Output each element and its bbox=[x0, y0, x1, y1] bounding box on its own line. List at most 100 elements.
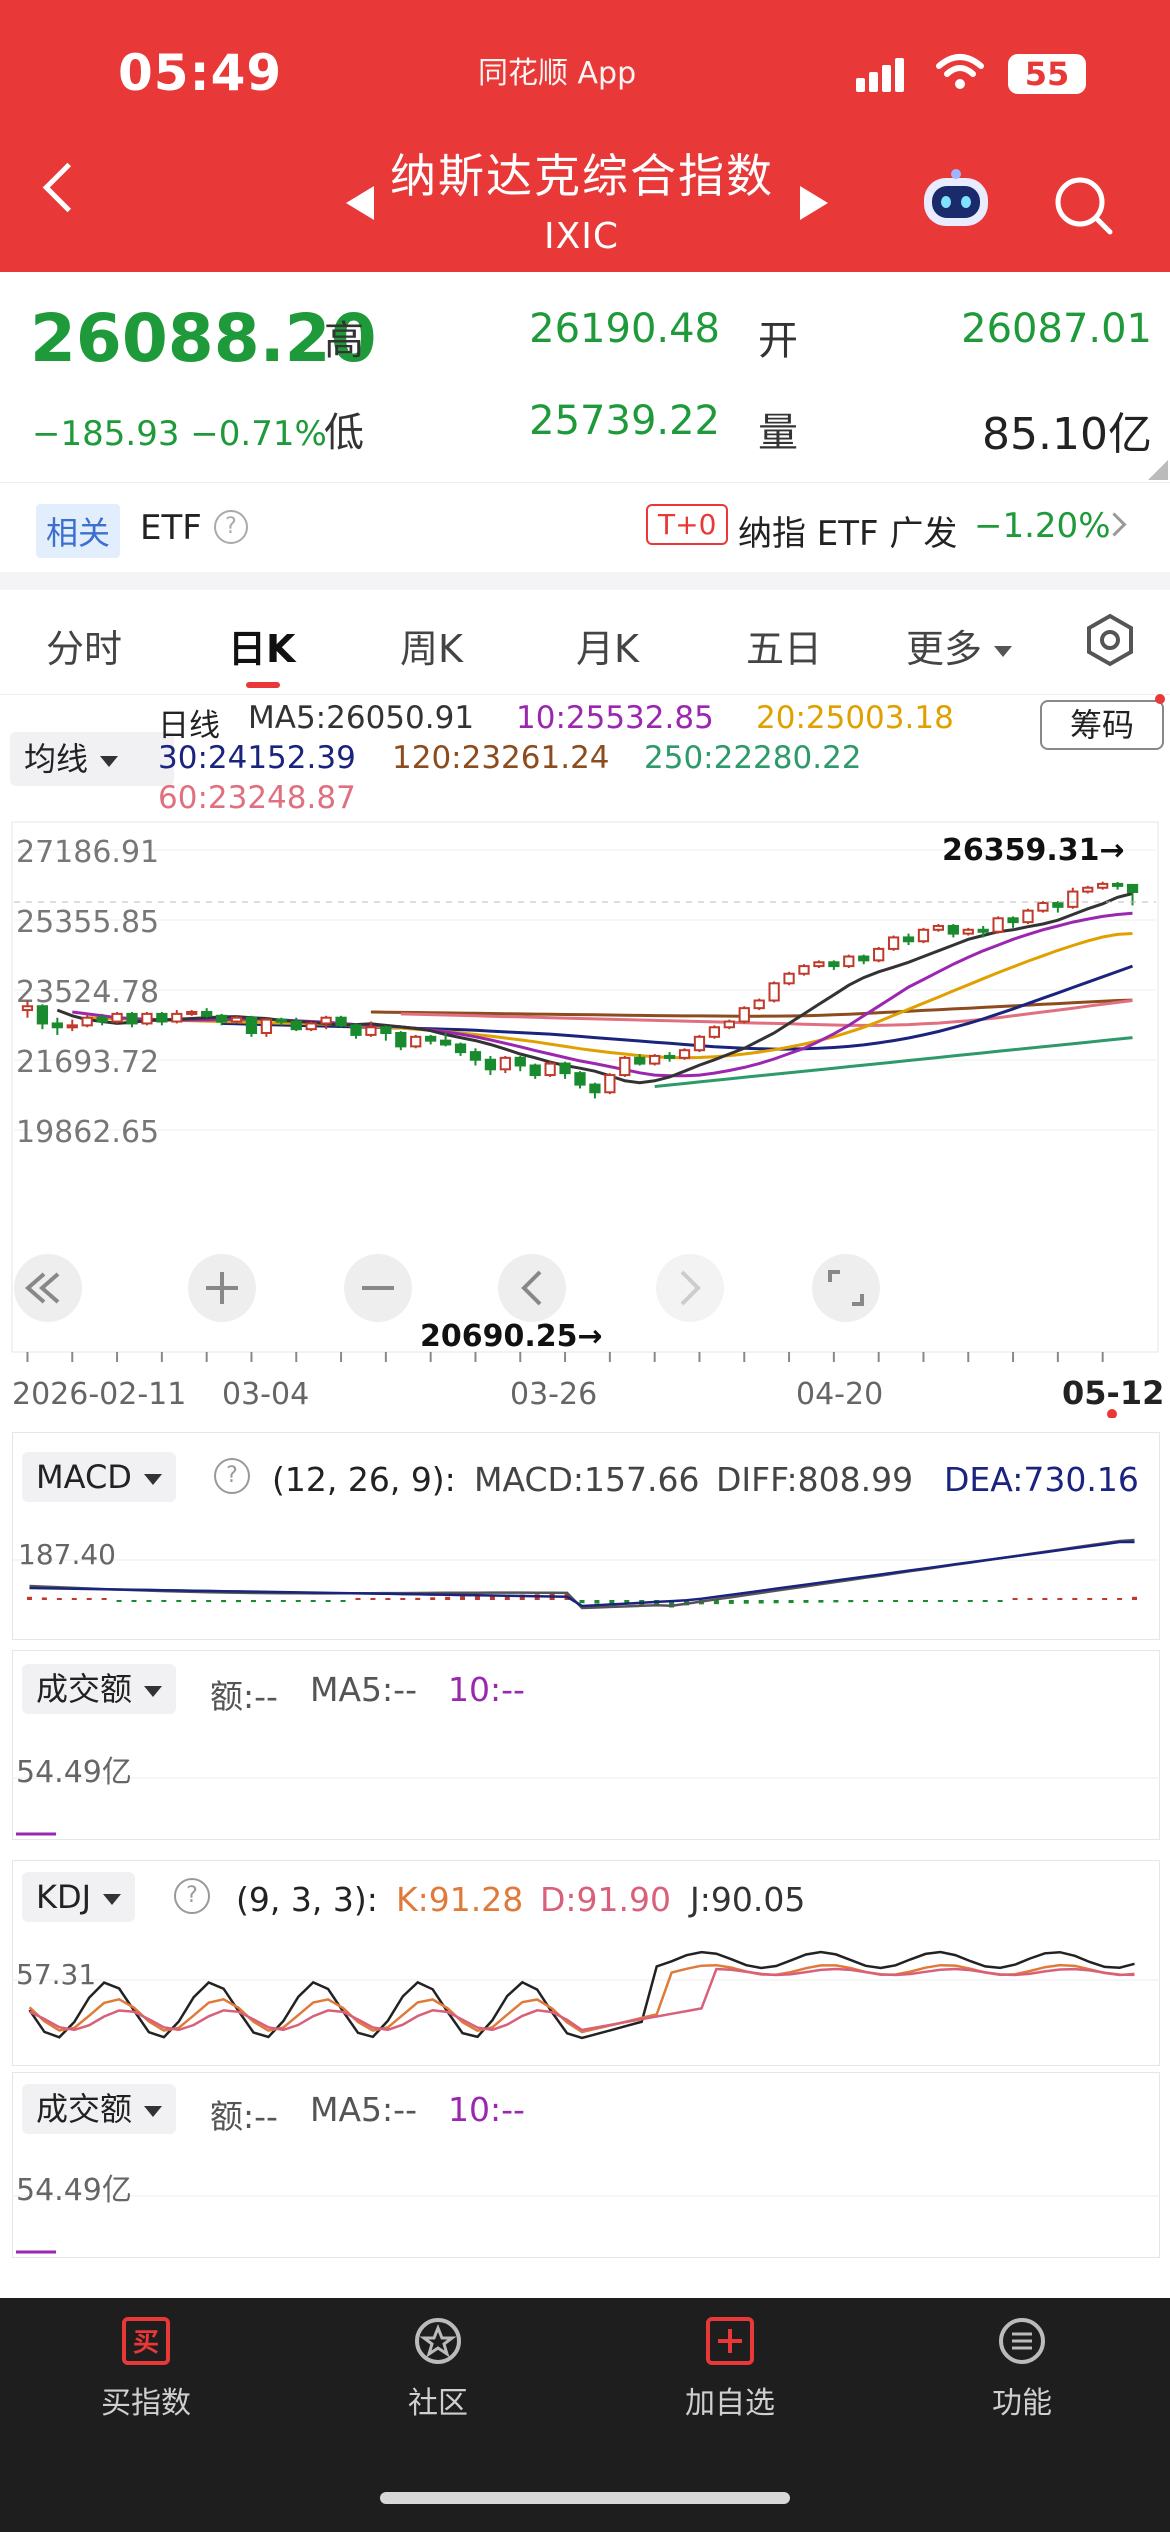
zoom-in-button[interactable] bbox=[188, 1254, 256, 1322]
macd-params: (12, 26, 9): bbox=[272, 1460, 456, 1499]
macd-bar bbox=[445, 1596, 451, 1600]
macd-bar bbox=[56, 1598, 62, 1600]
menu-icon bbox=[997, 2316, 1047, 2366]
candle-body bbox=[81, 1016, 93, 1027]
candle-body bbox=[1007, 917, 1019, 924]
nav-buy-index[interactable]: 买 买指数 bbox=[46, 2316, 246, 2422]
back-icon[interactable] bbox=[42, 162, 93, 213]
macd-axis-label: 187.40 bbox=[18, 1538, 116, 1571]
macd-bar bbox=[340, 1600, 346, 1602]
candle-body bbox=[1037, 902, 1049, 912]
chip-distribution-button[interactable]: 筹码 bbox=[1040, 700, 1164, 750]
tab-monthly-k[interactable]: 月K bbox=[576, 618, 639, 673]
next-index-arrow[interactable] bbox=[800, 186, 828, 220]
macd-bar bbox=[743, 1600, 749, 1604]
candle bbox=[917, 927, 930, 944]
candle bbox=[962, 927, 974, 936]
y-axis-label: 19862.65 bbox=[16, 1115, 159, 1150]
search-icon[interactable] bbox=[1052, 174, 1114, 240]
ma10-value: 10:25532.85 bbox=[516, 700, 714, 736]
candle-body bbox=[902, 936, 915, 943]
nav-community[interactable]: 社区 bbox=[338, 2316, 538, 2422]
robot-assistant-icon[interactable] bbox=[918, 168, 994, 234]
etf-change: −1.20% bbox=[974, 506, 1111, 546]
macd-bar bbox=[400, 1598, 406, 1600]
candle-body bbox=[858, 955, 870, 962]
volume-selector-1[interactable]: 成交额 bbox=[22, 1664, 177, 1714]
tab-weekly-k[interactable]: 周K bbox=[400, 618, 463, 673]
candle-body bbox=[111, 1012, 123, 1023]
candle-body bbox=[1022, 909, 1034, 924]
macd-bar bbox=[236, 1600, 242, 1603]
corner-fold-icon bbox=[1148, 460, 1168, 480]
tab-more[interactable]: 更多 bbox=[906, 618, 1013, 673]
macd-selector[interactable]: MACD bbox=[22, 1452, 176, 1502]
candle-body bbox=[917, 928, 930, 943]
fullscreen-button[interactable] bbox=[812, 1254, 880, 1322]
ma-selector[interactable]: 均线 bbox=[10, 732, 174, 786]
candle-body bbox=[559, 1062, 571, 1075]
volume-axis-label-2: 54.49亿 bbox=[16, 2173, 132, 2208]
candle-body bbox=[156, 1012, 168, 1023]
candle-body bbox=[753, 999, 765, 1010]
zoom-out-all-button[interactable] bbox=[14, 1254, 82, 1322]
scroll-left-button[interactable] bbox=[498, 1254, 566, 1322]
tab-five-day[interactable]: 五日 bbox=[746, 618, 822, 673]
candle-body bbox=[1126, 883, 1139, 894]
candle-body bbox=[215, 1014, 228, 1023]
candle-body bbox=[977, 928, 989, 933]
macd-bar bbox=[265, 1600, 271, 1602]
volume-selector-2[interactable]: 成交额 bbox=[22, 2084, 177, 2134]
candle-body bbox=[813, 961, 825, 968]
y-axis-label: 21693.72 bbox=[16, 1045, 159, 1080]
community-icon bbox=[413, 2316, 463, 2366]
candle-body bbox=[96, 1016, 108, 1023]
macd-bar bbox=[460, 1596, 466, 1600]
tab-more-label: 更多 bbox=[906, 627, 983, 671]
candle-body bbox=[1052, 902, 1064, 908]
nav-add-watchlist[interactable]: 加自选 bbox=[630, 2316, 830, 2422]
candle-body bbox=[693, 1035, 706, 1052]
candle-body bbox=[186, 1010, 198, 1015]
ma30-value: 30:24152.39 bbox=[158, 740, 356, 776]
candle-body bbox=[469, 1051, 482, 1061]
candle-body bbox=[932, 924, 945, 931]
scroll-right-button[interactable] bbox=[656, 1254, 724, 1322]
prev-index-arrow[interactable] bbox=[346, 186, 374, 220]
macd-bar bbox=[579, 1600, 585, 1604]
macd-bar bbox=[788, 1600, 794, 1604]
x-label-4: 04-20 bbox=[796, 1377, 883, 1412]
nav-functions[interactable]: 功能 bbox=[922, 2316, 1122, 2422]
volume-axis-label-1: 54.49亿 bbox=[16, 1755, 132, 1790]
low-value: 25739.22 bbox=[529, 398, 720, 444]
settings-hexagon-icon[interactable] bbox=[1082, 612, 1138, 672]
help-icon[interactable]: ? bbox=[214, 510, 248, 544]
candle bbox=[544, 1061, 556, 1077]
candle-body bbox=[1111, 882, 1124, 887]
battery-icon: 55 bbox=[1008, 54, 1086, 94]
tab-intraday[interactable]: 分时 bbox=[46, 618, 122, 673]
candle bbox=[932, 924, 945, 932]
volume-ma5-1: MA5:-- bbox=[310, 1670, 417, 1709]
kdj-selector[interactable]: KDJ bbox=[22, 1872, 136, 1922]
macd-chart: 187.40 bbox=[12, 1538, 1158, 1610]
etf-name[interactable]: 纳指 ETF 广发 bbox=[738, 506, 957, 555]
ma60-value: 60:23248.87 bbox=[158, 780, 356, 816]
tab-daily-k[interactable]: 日K bbox=[228, 618, 295, 673]
ma5-value: MA5:26050.91 bbox=[248, 700, 475, 736]
help-icon[interactable]: ? bbox=[174, 1878, 210, 1914]
candle-body bbox=[962, 928, 974, 935]
add-watchlist-icon bbox=[705, 2316, 755, 2366]
kdj-axis-label: 57.31 bbox=[16, 1958, 96, 1991]
candlestick-chart[interactable]: 27186.91 25355.85 23524.78 21693.72 19862.65… bbox=[0, 820, 1170, 1420]
help-icon[interactable]: ? bbox=[214, 1458, 250, 1494]
macd-bar bbox=[728, 1600, 734, 1604]
etf-label: ETF bbox=[140, 508, 202, 548]
zoom-out-button[interactable] bbox=[344, 1254, 412, 1322]
candle bbox=[738, 1006, 750, 1024]
candle-body bbox=[1097, 882, 1109, 889]
macd-bar bbox=[146, 1600, 152, 1602]
candle bbox=[678, 1048, 691, 1060]
candle-body bbox=[365, 1026, 377, 1036]
ma-selector-label: 均线 bbox=[24, 740, 89, 778]
